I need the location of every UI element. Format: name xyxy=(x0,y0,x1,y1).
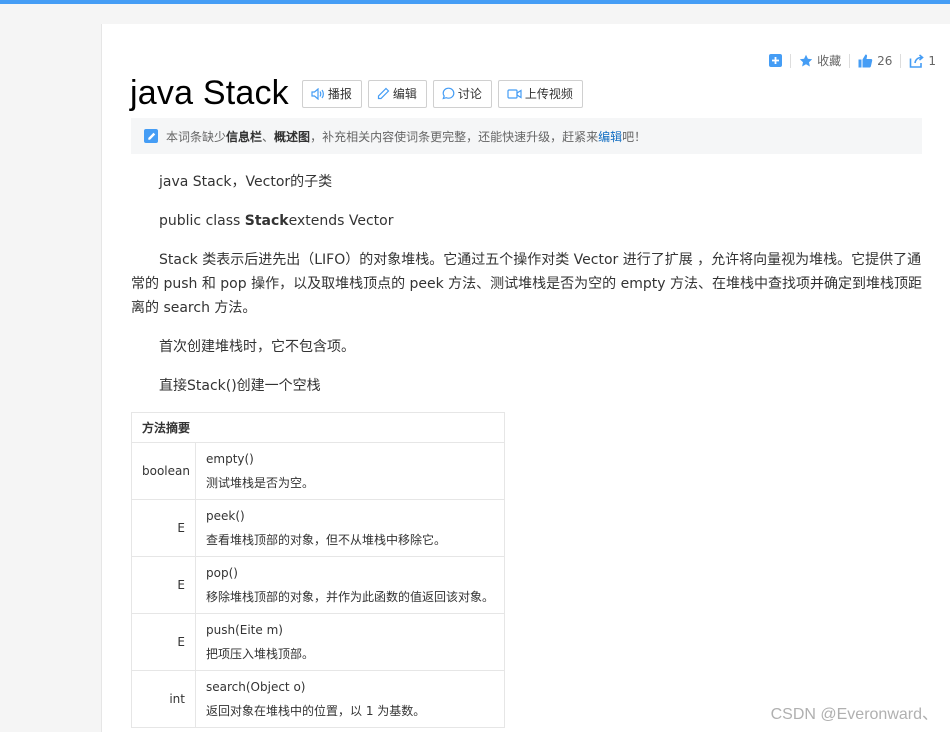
notice-bold-infobox: 信息栏 xyxy=(226,129,263,144)
method-desc: 把项压入堆栈顶部。 xyxy=(206,647,315,661)
paragraph-2-post: extends Vector xyxy=(288,213,394,229)
title-buttons: 播报 编辑 讨论 上传视频 xyxy=(301,79,583,108)
method-name: empty() xyxy=(206,452,254,466)
discuss-label: 讨论 xyxy=(457,87,482,101)
broadcast-label: 播报 xyxy=(327,87,352,101)
paragraph-4: 首次创建堆栈时，它不包含项。 xyxy=(159,339,355,355)
video-icon xyxy=(507,88,522,99)
method-cell: peek() 查看堆栈顶部的对象，但不从堆栈中移除它。 xyxy=(195,499,505,557)
paragraph-3: Stack 类表示后进先出（LIFO）的对象堆栈。它通过五个操作对类 Vecto… xyxy=(131,252,922,316)
divider xyxy=(849,53,851,68)
table-header: 方法摘要 xyxy=(131,412,505,443)
share-icon xyxy=(910,53,925,68)
notice-separator: 、 xyxy=(262,129,275,144)
method-desc: 移除堆栈顶部的对象，并作为此函数的值返回该对象。 xyxy=(206,590,495,604)
upload-video-label: 上传视频 xyxy=(524,87,573,101)
divider xyxy=(790,53,792,68)
plus-square-icon xyxy=(769,54,783,67)
notice-banner: 本词条缺少 信息栏、概述图 ，补充相关内容使词条更完整，还能快速升级，赶紧来 编辑 吧！ xyxy=(131,118,922,154)
speaker-icon xyxy=(311,87,324,100)
title-row: java Stack 播报 编辑 讨论 上传视频 xyxy=(130,74,583,113)
return-type: E xyxy=(131,613,196,671)
table-row: E push(Eite m) 把项压入堆栈顶部。 xyxy=(131,613,505,671)
collect-button[interactable]: 收藏 xyxy=(799,52,841,69)
notice-edit-link[interactable]: 编辑 xyxy=(598,128,622,145)
collect-label: 收藏 xyxy=(817,54,842,68)
divider xyxy=(900,53,902,68)
method-name: push(Eite m) xyxy=(206,623,283,637)
chat-icon xyxy=(442,87,455,100)
paragraph-2-bold: Stack xyxy=(244,213,289,229)
return-type: E xyxy=(131,556,196,614)
thumbs-up-icon xyxy=(858,54,873,67)
return-type: boolean xyxy=(131,442,196,500)
article-card: 收藏 26 1 java Stack 播报 编辑 讨论 上传视频 本词条缺少 信… xyxy=(101,24,950,732)
add-button[interactable] xyxy=(769,54,783,67)
paragraph-2-pre: public class xyxy=(159,213,245,229)
paragraph-2: public class Stackextends Vector xyxy=(131,209,922,233)
paragraph-1: java Stack，Vector的子类 xyxy=(159,174,333,190)
method-desc: 返回对象在堆栈中的位置，以 1 为基数。 xyxy=(206,704,426,718)
discuss-button[interactable]: 讨论 xyxy=(432,79,492,108)
table-row: boolean empty() 测试堆栈是否为空。 xyxy=(131,442,505,500)
edit-button[interactable]: 编辑 xyxy=(367,79,427,108)
paragraph-5: 直接Stack()创建一个空栈 xyxy=(159,378,321,394)
return-type: E xyxy=(131,499,196,557)
method-desc: 测试堆栈是否为空。 xyxy=(206,476,315,490)
method-cell: search(Object o) 返回对象在堆栈中的位置，以 1 为基数。 xyxy=(195,670,505,728)
like-button[interactable]: 26 xyxy=(858,54,892,68)
share-button[interactable]: 1 xyxy=(909,54,936,68)
table-row: E pop() 移除堆栈顶部的对象，并作为此函数的值返回该对象。 xyxy=(131,556,505,614)
method-desc: 查看堆栈顶部的对象，但不从堆栈中移除它。 xyxy=(206,533,447,547)
share-count: 1 xyxy=(928,53,936,68)
table-header-row: 方法摘要 xyxy=(131,412,505,443)
top-accent-bar xyxy=(0,0,950,4)
method-cell: empty() 测试堆栈是否为空。 xyxy=(195,442,505,500)
method-name: search(Object o) xyxy=(206,680,306,694)
like-count: 26 xyxy=(877,53,893,68)
method-summary-table: 方法摘要 boolean empty() 测试堆栈是否为空。 E peek() 查看… xyxy=(131,412,505,728)
return-type: int xyxy=(131,670,196,728)
notice-bold-overview: 概述图 xyxy=(274,129,311,144)
method-cell: pop() 移除堆栈顶部的对象，并作为此函数的值返回该对象。 xyxy=(195,556,505,614)
notice-text-post: 吧！ xyxy=(622,129,647,144)
notice-text-pre: 本词条缺少 xyxy=(166,129,227,144)
edit-notice-icon xyxy=(144,129,158,143)
method-cell: push(Eite m) 把项压入堆栈顶部。 xyxy=(195,613,505,671)
star-icon xyxy=(799,54,813,66)
method-name: pop() xyxy=(206,566,238,580)
method-name: peek() xyxy=(206,509,245,523)
watermark: CSDN @Everonward、 xyxy=(770,706,938,723)
upload-video-button[interactable]: 上传视频 xyxy=(497,79,583,108)
article-actions: 收藏 26 1 xyxy=(769,52,936,69)
broadcast-button[interactable]: 播报 xyxy=(301,79,362,108)
notice-text-mid: ，补充相关内容使词条更完整，还能快速升级，赶紧来 xyxy=(310,129,599,144)
table-row: int search(Object o) 返回对象在堆栈中的位置，以 1 为基数。 xyxy=(131,670,505,728)
edit-label: 编辑 xyxy=(392,87,417,101)
page-title: java Stack xyxy=(130,74,289,112)
pencil-icon xyxy=(377,87,390,100)
table-row: E peek() 查看堆栈顶部的对象，但不从堆栈中移除它。 xyxy=(131,499,505,557)
